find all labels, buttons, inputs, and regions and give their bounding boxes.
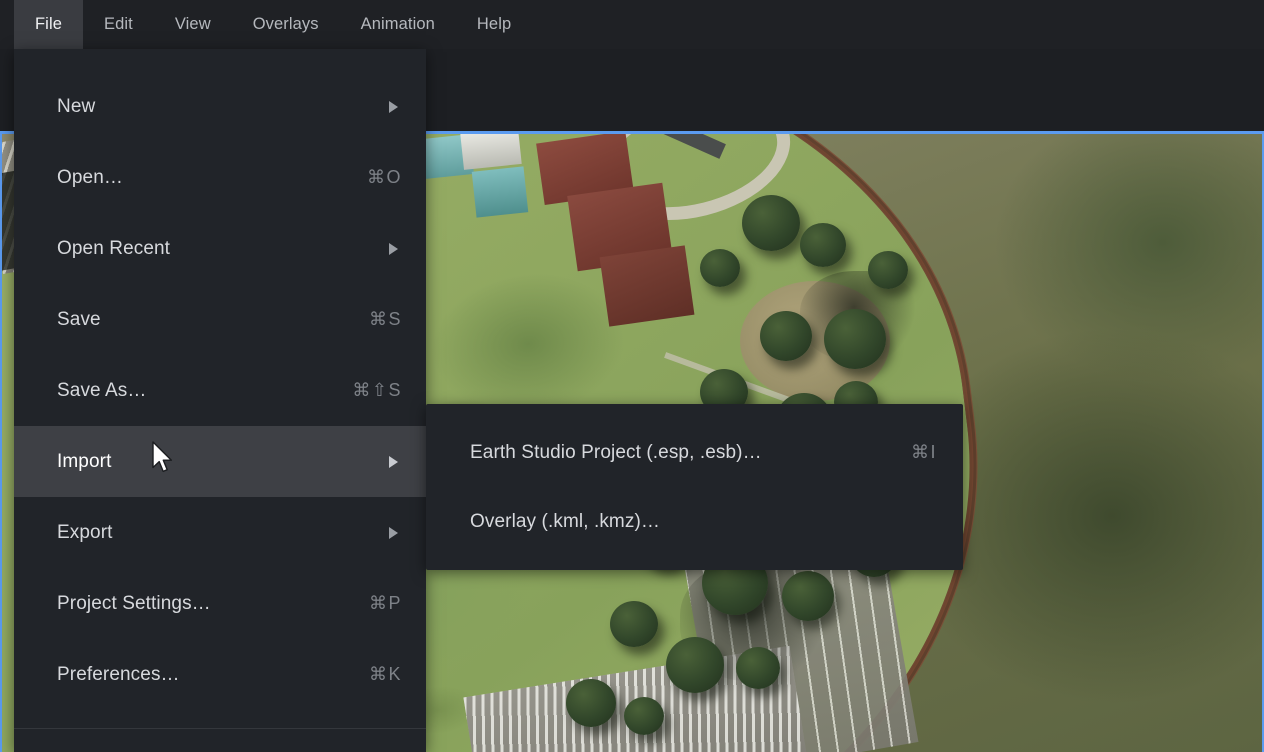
submenu-arrow-icon xyxy=(389,243,398,255)
menubar-item-label: Help xyxy=(477,15,511,34)
import-submenu: Earth Studio Project (.esp, .esb)… ⌘I Ov… xyxy=(426,404,963,570)
menu-item-label: Open… xyxy=(57,167,367,189)
tree-canopy xyxy=(742,195,800,251)
menubar-item-view[interactable]: View xyxy=(154,0,232,49)
menu-item-label: Open Recent xyxy=(57,238,389,260)
menu-item-save[interactable]: Save ⌘S xyxy=(14,284,426,355)
tree-canopy xyxy=(868,251,908,289)
tree-canopy xyxy=(666,637,724,693)
tree-canopy xyxy=(566,679,616,727)
menu-item-shortcut: ⌘O xyxy=(367,167,402,188)
earth-studio-window: File Edit View Overlays Animation Help N… xyxy=(0,0,1264,752)
menubar-item-edit[interactable]: Edit xyxy=(83,0,154,49)
tree-canopy xyxy=(782,571,834,621)
building-white-roof xyxy=(460,131,521,170)
menu-item-label: New xyxy=(57,96,389,118)
menu-item-label: Save As… xyxy=(57,380,352,402)
submenu-item-overlay[interactable]: Overlay (.kml, .kmz)… xyxy=(426,487,963,556)
menu-item-label: Save xyxy=(57,309,369,331)
menubar-item-animation[interactable]: Animation xyxy=(340,0,456,49)
file-dropdown-menu: New Open… ⌘O Open Recent Save ⌘S Save As… xyxy=(14,49,426,752)
submenu-item-label: Earth Studio Project (.esp, .esb)… xyxy=(470,442,911,464)
menu-item-shortcut: ⌘S xyxy=(369,309,402,330)
submenu-arrow-icon xyxy=(389,101,398,113)
menu-item-open-recent[interactable]: Open Recent xyxy=(14,213,426,284)
submenu-arrow-icon xyxy=(389,527,398,539)
menu-item-preferences[interactable]: Preferences… ⌘K xyxy=(14,639,426,710)
menubar-item-label: View xyxy=(175,15,211,34)
menu-item-label: Import xyxy=(57,451,389,473)
menubar-item-file[interactable]: File xyxy=(14,0,83,49)
menubar-item-label: Overlays xyxy=(253,15,319,34)
submenu-item-shortcut: ⌘I xyxy=(911,442,937,463)
menubar-item-label: File xyxy=(35,15,62,34)
tree-canopy xyxy=(760,311,812,361)
building-red-roof-d xyxy=(600,245,695,326)
menu-item-project-settings[interactable]: Project Settings… ⌘P xyxy=(14,568,426,639)
tree-canopy xyxy=(800,223,846,267)
menu-item-label: Preferences… xyxy=(57,664,369,686)
submenu-item-earth-studio-project[interactable]: Earth Studio Project (.esp, .esb)… ⌘I xyxy=(426,418,963,487)
menu-item-export[interactable]: Export xyxy=(14,497,426,568)
tree-canopy xyxy=(700,249,740,287)
menu-item-label: Project Settings… xyxy=(57,593,369,615)
building-teal-roof-b xyxy=(472,166,529,217)
menu-item-shortcut: ⌘⇧S xyxy=(352,380,402,401)
menubar-item-overlays[interactable]: Overlays xyxy=(232,0,340,49)
menu-item-import[interactable]: Import xyxy=(14,426,426,497)
menu-item-save-as[interactable]: Save As… ⌘⇧S xyxy=(14,355,426,426)
menubar-item-help[interactable]: Help xyxy=(456,0,532,49)
tree-canopy xyxy=(736,647,780,689)
menu-bar: File Edit View Overlays Animation Help xyxy=(0,0,1264,49)
menu-item-shortcut: ⌘K xyxy=(369,664,402,685)
menu-item-label: Export xyxy=(57,522,389,544)
menubar-item-label: Animation xyxy=(361,15,435,34)
tree-canopy xyxy=(610,601,658,647)
menu-separator xyxy=(14,728,426,729)
menu-item-open[interactable]: Open… ⌘O xyxy=(14,142,426,213)
tree-canopy xyxy=(624,697,664,735)
menubar-item-label: Edit xyxy=(104,15,133,34)
menu-item-new[interactable]: New xyxy=(14,71,426,142)
submenu-arrow-icon xyxy=(389,456,398,468)
tree-canopy xyxy=(824,309,886,369)
submenu-item-label: Overlay (.kml, .kmz)… xyxy=(470,511,937,533)
menu-item-shortcut: ⌘P xyxy=(369,593,402,614)
